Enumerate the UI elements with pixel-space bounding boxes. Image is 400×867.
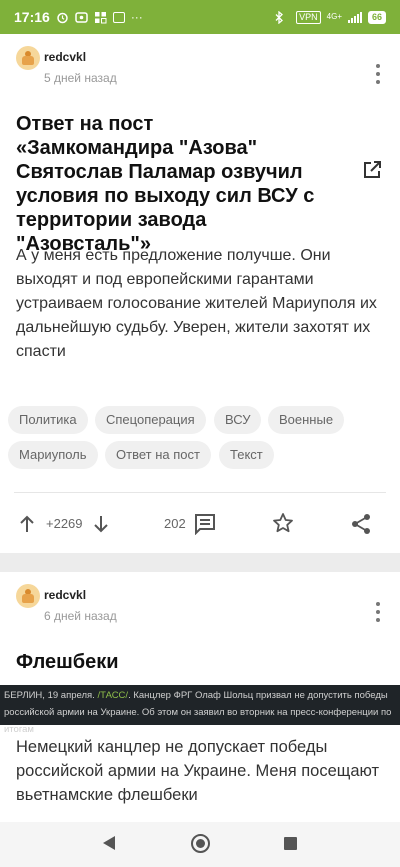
signal-icon (347, 11, 362, 23)
comments-count[interactable]: 202 (164, 516, 186, 531)
arrow-up-icon (20, 515, 34, 532)
tag[interactable]: Политика (8, 406, 88, 434)
tag[interactable]: Мариуполь (8, 441, 98, 469)
battery-icon: 66 (367, 10, 386, 24)
save-button[interactable] (272, 512, 294, 534)
rating-value: +2269 (46, 516, 83, 531)
status-time: 17:16 (14, 9, 50, 25)
image-text: БЕРЛИН, 19 апреля. (4, 690, 98, 701)
comment-icon (195, 514, 215, 535)
bluetooth-icon (274, 10, 284, 24)
tag[interactable]: Военные (268, 406, 345, 434)
post-card: redcvkl 5 дней назад Ответ на пост «Замк… (0, 34, 400, 553)
tag[interactable]: Спецоперация (95, 406, 206, 434)
post-card: redcvkl 6 дней назад Флешбеки БЕРЛИН, 19… (0, 572, 400, 832)
post-title[interactable]: Ответ на пост «Замкомандира "Азова" Свят… (16, 112, 316, 256)
app-icon (75, 11, 88, 24)
post-body: Немецкий канцлер не допускает победы рос… (16, 738, 380, 804)
divider (14, 492, 386, 493)
author-name[interactable]: redcvkl (44, 50, 86, 64)
comments-button[interactable] (194, 513, 216, 535)
author-name[interactable]: redcvkl (44, 588, 86, 602)
post-menu-button[interactable] (374, 602, 382, 622)
app-icon (112, 11, 125, 23)
image-source: /ТАСС/ (97, 690, 129, 701)
post-author[interactable] (16, 46, 40, 70)
home-icon[interactable] (191, 834, 210, 853)
tag[interactable]: ВСУ (214, 406, 262, 434)
external-link-icon[interactable] (362, 160, 382, 180)
network-type: 4G+ (326, 12, 342, 21)
system-nav-bar (0, 822, 400, 867)
upvote-button[interactable] (18, 514, 36, 534)
post-date: 5 дней назад (44, 71, 117, 85)
arrow-down-icon (94, 516, 108, 533)
post-date: 6 дней назад (44, 609, 117, 623)
recent-apps-icon[interactable] (284, 837, 297, 850)
app-icon (94, 11, 107, 24)
post-actions: +2269 202 (0, 504, 400, 544)
post-image[interactable]: БЕРЛИН, 19 апреля. /ТАСС/. Канцлер ФРГ О… (0, 685, 400, 735)
post-menu-button[interactable] (374, 64, 382, 84)
more-icon: ··· (130, 10, 143, 24)
tag[interactable]: Ответ на пост (105, 441, 211, 469)
avatar[interactable] (16, 46, 40, 70)
downvote-button[interactable] (92, 514, 110, 534)
avatar[interactable] (16, 584, 40, 608)
star-icon (273, 513, 293, 533)
post-title[interactable]: Флешбеки (16, 650, 316, 674)
status-bar: 17:16 ··· VPN 4G+ 66 (0, 0, 400, 34)
post-body: А у меня есть предложение получше. Они в… (16, 247, 377, 360)
alarm-icon (56, 11, 69, 24)
back-icon[interactable] (103, 836, 115, 850)
tag[interactable]: Текст (219, 441, 274, 469)
share-icon (352, 514, 370, 534)
vpn-badge: VPN (296, 10, 321, 24)
post-author[interactable] (16, 584, 40, 608)
share-button[interactable] (351, 513, 371, 535)
